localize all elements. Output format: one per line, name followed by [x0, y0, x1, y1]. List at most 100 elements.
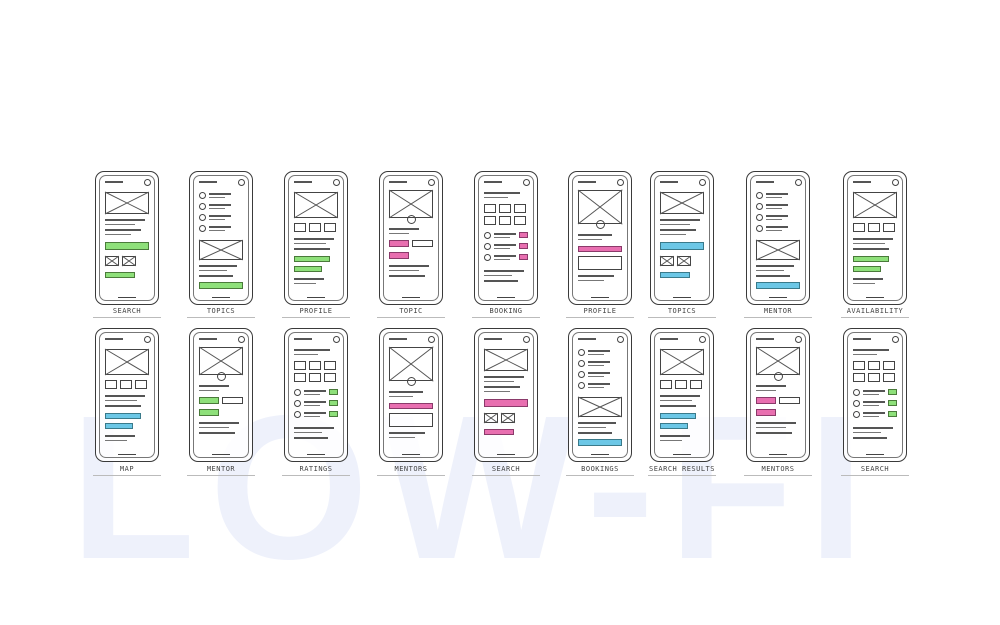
wireframe-phone — [284, 171, 348, 305]
screen-label: BOOKINGS — [581, 465, 619, 473]
thumbnail — [883, 223, 895, 232]
menu-icon — [617, 336, 624, 343]
sketch-text-line — [105, 219, 145, 221]
screen-label: TOPICS — [206, 307, 236, 315]
sketch-text-line — [660, 234, 686, 235]
sketch-text-line — [209, 230, 225, 231]
home-indicator — [402, 296, 420, 298]
image-placeholder — [676, 255, 692, 267]
menu-icon — [795, 336, 802, 343]
home-indicator — [212, 296, 230, 298]
home-indicator — [307, 453, 325, 455]
wireframe-phone — [568, 171, 632, 305]
home-indicator — [591, 296, 609, 298]
grid-cell — [853, 361, 865, 370]
wireframe-phone — [95, 171, 159, 305]
image-placeholder — [577, 189, 623, 225]
accent-bar — [294, 266, 322, 272]
sketch-text-line — [389, 265, 429, 267]
grid-cell — [309, 361, 321, 370]
wireframe-phone — [95, 328, 159, 462]
menu-icon — [238, 179, 245, 186]
home-indicator — [212, 453, 230, 455]
sketch-text-line — [494, 255, 516, 257]
sketch-header-line — [660, 338, 678, 340]
sketch-header-line — [294, 181, 312, 183]
sketch-text-line — [578, 234, 612, 236]
label-underline — [377, 317, 445, 318]
sketch-text-line — [209, 226, 231, 228]
grid-cell — [853, 373, 865, 382]
wireframe-board: SEARCH TOPICS PROFILE TOPIC BOOKING PROFILE TO… — [0, 0, 1000, 625]
card — [412, 240, 433, 247]
accent-bar — [389, 403, 433, 409]
thumbnail — [690, 380, 702, 389]
sketch-text-line — [588, 372, 610, 374]
sketch-text-line — [294, 427, 334, 429]
label-underline — [648, 475, 716, 476]
image-placeholder — [198, 239, 244, 261]
home-indicator — [118, 453, 136, 455]
sketch-text-line — [294, 283, 316, 284]
accent-button — [199, 397, 219, 404]
wireframe-phone — [650, 171, 714, 305]
accent-button — [484, 429, 514, 435]
sketch-header-line — [294, 338, 312, 340]
thumbnail — [120, 380, 132, 389]
accent-tag — [519, 243, 528, 249]
home-indicator — [591, 453, 609, 455]
screen-label: SEARCH — [112, 307, 142, 315]
label-underline — [93, 475, 161, 476]
home-indicator — [402, 453, 420, 455]
accent-bar — [853, 256, 889, 262]
sketch-text-line — [863, 401, 885, 403]
sketch-text-line — [304, 401, 326, 403]
sketch-text-line — [304, 416, 320, 417]
sketch-text-line — [105, 405, 141, 407]
label-underline — [744, 475, 812, 476]
list-avatar — [578, 349, 585, 356]
menu-icon — [523, 179, 530, 186]
sketch-text-line — [588, 361, 610, 363]
sketch-text-line — [853, 278, 883, 280]
accent-bar — [294, 256, 330, 262]
screen-label: MENTOR — [206, 465, 236, 473]
image-placeholder — [852, 191, 898, 219]
sketch-header-line — [389, 181, 407, 183]
grid-cell — [294, 373, 306, 382]
label-underline — [566, 317, 634, 318]
sketch-text-line — [756, 275, 790, 277]
sketch-text-line — [853, 243, 885, 244]
menu-icon — [892, 336, 899, 343]
sketch-text-line — [578, 427, 606, 428]
grid-cell — [868, 361, 880, 370]
sketch-text-line — [578, 275, 614, 277]
label-underline — [282, 317, 350, 318]
accent-tag — [329, 400, 338, 406]
sketch-text-line — [294, 432, 322, 433]
sketch-text-line — [588, 383, 610, 385]
sketch-header-line — [389, 338, 407, 340]
sketch-text-line — [294, 349, 330, 351]
sketch-text-line — [389, 228, 419, 230]
menu-icon — [238, 336, 245, 343]
screen-label: MENTORS — [761, 465, 795, 473]
menu-icon — [144, 336, 151, 343]
sketch-text-line — [660, 219, 700, 221]
card — [578, 256, 622, 270]
sketch-text-line — [578, 422, 616, 424]
accent-tag — [519, 232, 528, 238]
image-placeholder — [388, 346, 434, 382]
sketch-text-line — [294, 238, 334, 240]
list-avatar — [578, 382, 585, 389]
sketch-text-line — [494, 237, 510, 238]
sketch-header-line — [756, 338, 774, 340]
sketch-text-line — [294, 243, 326, 244]
wireframe-phone — [843, 171, 907, 305]
home-indicator — [497, 453, 515, 455]
sketch-text-line — [863, 390, 885, 392]
thumbnail — [324, 223, 336, 232]
sketch-text-line — [588, 387, 604, 388]
list-avatar — [199, 225, 206, 232]
sketch-text-line — [484, 275, 512, 276]
